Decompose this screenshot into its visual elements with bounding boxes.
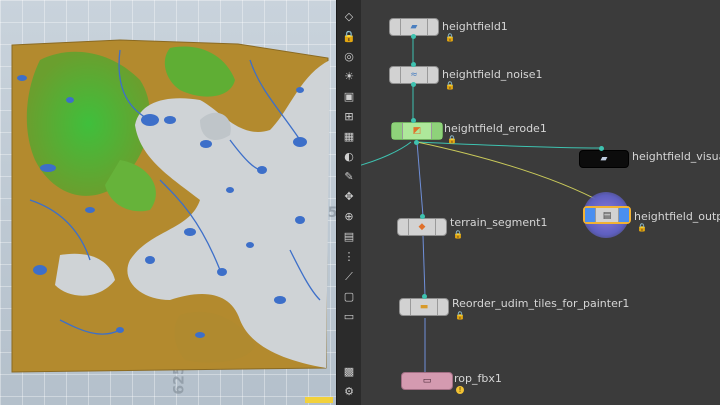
erode-icon: ◩	[412, 126, 422, 136]
network-editor[interactable]: ▰ heightfield1 🔒 ≈ heightfield_noise1 🔒 …	[361, 0, 720, 405]
scene-viewport[interactable]: 25 625 625	[0, 0, 336, 405]
node-heightfield-visualize[interactable]: ▰	[579, 150, 629, 168]
node-label-reorder-udim-tiles: Reorder_udim_tiles_for_painter1	[452, 297, 630, 310]
output-connector[interactable]	[414, 140, 419, 145]
segment-icon: ◆	[418, 222, 426, 232]
heightfield-icon: ▰	[410, 22, 418, 32]
input-connector[interactable]	[599, 146, 604, 151]
brush-icon[interactable]: ✎	[342, 170, 356, 184]
output-icon: ▤	[602, 211, 612, 221]
handle-icon[interactable]: ⊕	[342, 210, 356, 224]
input-connector[interactable]	[411, 118, 416, 123]
viewport-status-bar	[305, 397, 333, 403]
node-heightfield-erode1[interactable]: ◩	[391, 122, 443, 140]
settings-icon[interactable]: ⚙	[342, 385, 356, 399]
node-heightfield-output1[interactable]: ▤	[583, 206, 631, 224]
visualize-icon: ▰	[600, 154, 608, 164]
output-connector[interactable]	[411, 82, 416, 87]
select-tool-icon[interactable]: ◇	[342, 10, 356, 24]
viewport-toolbar: ◇ 🔒 ◎ ☀ ▣ ⊞ ▦ ◐ ✎ ✥ ⊕ ▤ ⋮ ⟋ ▢ ▭ ▩ ⚙	[336, 0, 362, 405]
input-connector[interactable]	[411, 62, 416, 67]
node-terrain-segment1[interactable]: ◆	[397, 218, 447, 236]
node-label-heightfield-noise1: heightfield_noise1	[442, 68, 543, 81]
layout-icon[interactable]: ▩	[342, 365, 356, 379]
lock-icon: 🔒	[445, 81, 455, 90]
display-options-icon[interactable]: ▣	[342, 90, 356, 104]
snap-icon[interactable]: ⊞	[342, 110, 356, 124]
camera-icon[interactable]: ◎	[342, 50, 356, 64]
rop-icon: ▭	[422, 376, 432, 386]
warning-icon[interactable]: !	[456, 386, 464, 394]
node-label-rop-fbx1: rop_fbx1	[454, 372, 502, 385]
output-connector[interactable]	[411, 34, 416, 39]
light-icon[interactable]: ☀	[342, 70, 356, 84]
grid-icon[interactable]: ▤	[342, 230, 356, 244]
primitives-icon[interactable]: ▢	[342, 290, 356, 304]
node-label-heightfield1: heightfield1	[442, 20, 508, 33]
node-wires	[361, 36, 606, 372]
node-label-heightfield-output1: heightfield_output1	[634, 210, 720, 223]
edges-icon[interactable]: ⟋	[342, 270, 356, 284]
lock-icon: 🔒	[453, 230, 463, 239]
points-icon[interactable]: ⋮	[342, 250, 356, 264]
transform-icon[interactable]: ✥	[342, 190, 356, 204]
lock-icon: 🔒	[445, 33, 455, 42]
shading-icon[interactable]: ◐	[342, 150, 356, 164]
lock-icon[interactable]: 🔒	[342, 30, 356, 44]
noise-icon: ≈	[410, 70, 418, 80]
lock-icon: 🔒	[455, 311, 465, 320]
node-rop-fbx1[interactable]: ▭	[401, 372, 453, 390]
wireframe-icon[interactable]: ▦	[342, 130, 356, 144]
reorder-icon: ▬	[419, 302, 429, 312]
flipbook-icon[interactable]: ▭	[342, 310, 356, 324]
lock-icon: 🔒	[447, 135, 457, 144]
input-connector[interactable]	[422, 294, 427, 299]
node-reorder-udim-tiles[interactable]: ▬	[399, 298, 449, 316]
terrain-heightfield	[11, 39, 330, 373]
input-connector[interactable]	[420, 214, 425, 219]
node-label-terrain-segment1: terrain_segment1	[450, 216, 548, 229]
node-label-heightfield-visualize: heightfield_visualize	[632, 150, 720, 163]
lock-icon: 🔒	[637, 223, 647, 232]
node-label-heightfield-erode1: heightfield_erode1	[444, 122, 547, 135]
